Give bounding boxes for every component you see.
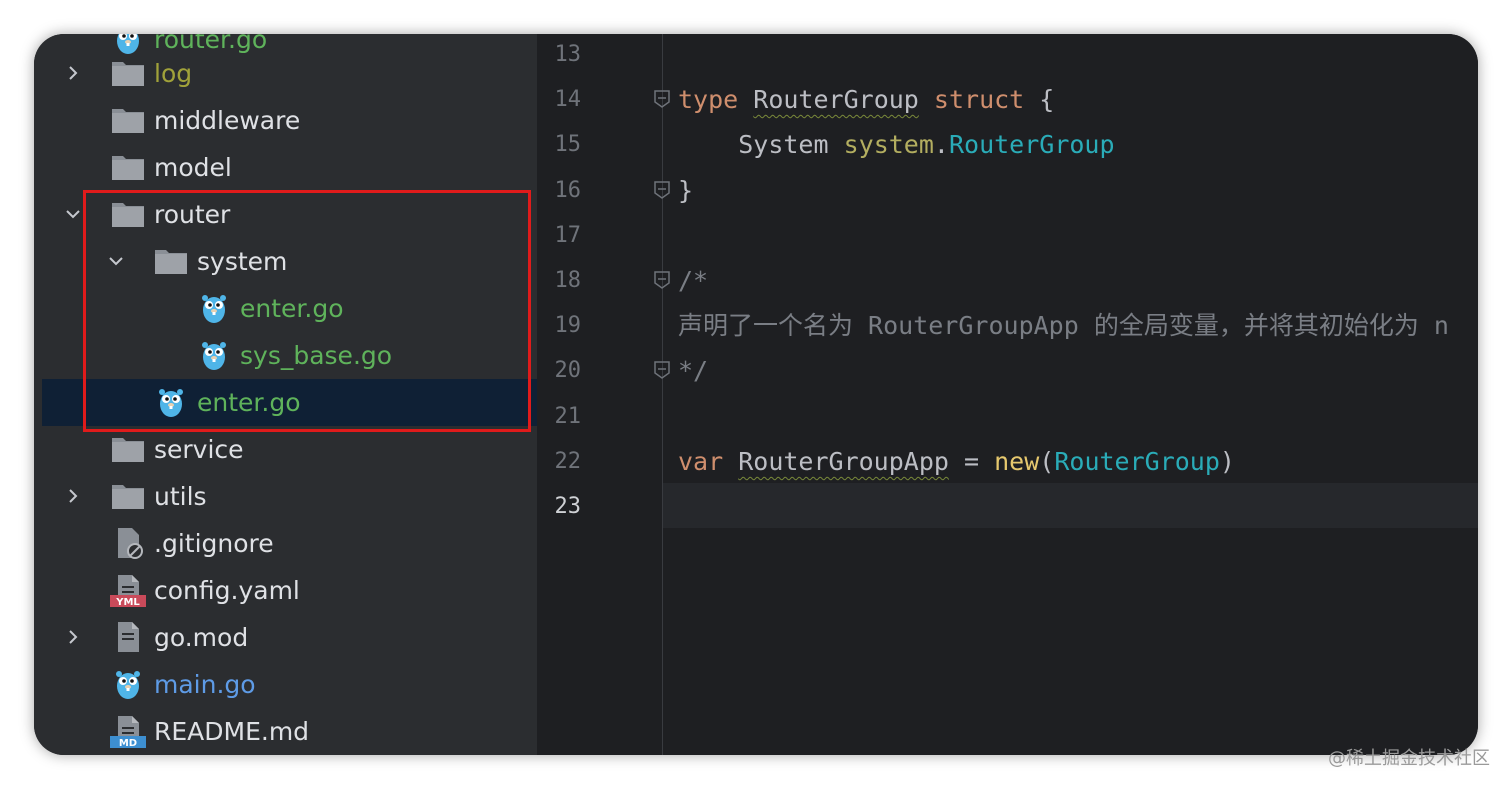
chevron-right-icon[interactable] — [64, 64, 82, 82]
tree-item[interactable]: log — [34, 50, 537, 97]
tree-item[interactable]: .gitignore — [34, 520, 537, 567]
gopher-icon — [153, 385, 189, 419]
chevron-right-icon[interactable] — [64, 628, 82, 646]
chevron-down-icon[interactable] — [64, 205, 82, 223]
tree-item-label: config.yaml — [154, 576, 300, 605]
tree-item[interactable]: router — [34, 191, 537, 238]
tree-item[interactable]: system — [34, 238, 537, 285]
ignore-file-icon — [110, 526, 146, 560]
project-tree: router.go log middleware model router system e… — [34, 34, 537, 755]
tree-item-label: middleware — [154, 106, 301, 135]
project-tree-panel: router.go log middleware model router system e… — [34, 34, 537, 755]
tree-item[interactable]: middleware — [34, 97, 537, 144]
tree-item-label: utils — [154, 482, 207, 511]
folder-icon — [110, 197, 146, 231]
tree-item[interactable]: sys_base.go — [34, 332, 537, 379]
tree-item-label: enter.go — [197, 388, 301, 417]
tree-item-label: model — [154, 153, 232, 182]
tree-item-label: .gitignore — [154, 529, 274, 558]
tree-item[interactable]: utils — [34, 473, 537, 520]
folder-icon — [110, 150, 146, 184]
tree-item-label: router — [154, 200, 231, 229]
folder-icon — [110, 103, 146, 137]
gopher-icon — [196, 338, 232, 372]
tree-item[interactable]: MD README.md — [34, 708, 537, 755]
chevron-down-icon[interactable] — [107, 252, 125, 270]
tree-item[interactable]: enter.go — [34, 285, 537, 332]
yaml-file-icon: YML — [110, 573, 146, 607]
tree-item[interactable]: main.go — [34, 661, 537, 708]
markdown-file-icon: MD — [110, 714, 146, 748]
folder-icon — [153, 244, 189, 278]
gopher-icon — [110, 667, 146, 701]
tree-item[interactable]: enter.go — [42, 379, 537, 426]
folder-icon — [110, 432, 146, 466]
tree-item-label: log — [154, 59, 193, 88]
tree-item[interactable]: model — [34, 144, 537, 191]
tree-item-label: service — [154, 435, 244, 464]
tree-item-label: main.go — [154, 670, 256, 699]
folder-icon — [110, 479, 146, 513]
watermark: @稀土掘金技术社区 — [1328, 748, 1490, 769]
tree-item-label: system — [197, 247, 288, 276]
folder-icon — [110, 56, 146, 90]
tree-item-label: sys_base.go — [240, 341, 393, 370]
chevron-right-icon[interactable] — [64, 487, 82, 505]
tree-item-label: enter.go — [240, 294, 344, 323]
svg-text:MD: MD — [119, 738, 137, 748]
tree-item[interactable]: service — [34, 426, 537, 473]
tree-item[interactable]: YML config.yaml — [34, 567, 537, 614]
svg-text:YML: YML — [115, 597, 140, 607]
text-file-icon — [110, 620, 146, 654]
tree-item[interactable]: go.mod — [34, 614, 537, 661]
tree-item-label: README.md — [154, 717, 310, 746]
tree-item-label: go.mod — [154, 623, 249, 652]
gopher-icon — [196, 291, 232, 325]
